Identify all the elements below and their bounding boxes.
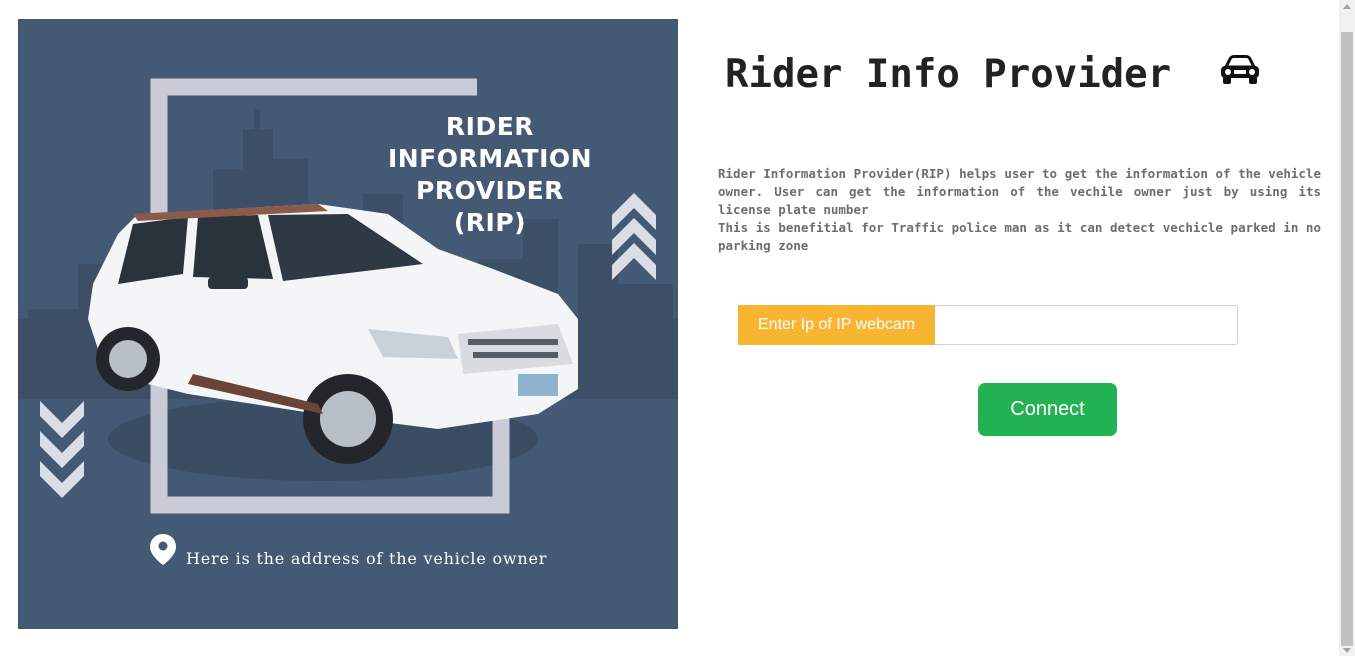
scrollbar-thumb[interactable] [1341, 32, 1353, 646]
banner-title-line: PROVIDER [416, 176, 564, 205]
banner-title-line: INFORMATION [387, 144, 593, 173]
scroll-up-arrow-icon[interactable] [1343, 4, 1351, 9]
ip-webcam-input-group: Enter Ip of IP webcam [738, 305, 1238, 345]
ip-webcam-label: Enter Ip of IP webcam [738, 305, 936, 345]
vertical-scrollbar[interactable] [1339, 0, 1355, 656]
car-icon [1221, 55, 1259, 84]
banner-title-line: RIDER [445, 112, 535, 141]
location-pin-icon [150, 534, 176, 565]
banner-caption: Here is the address of the vehicle owner [186, 549, 548, 568]
banner-title: RIDER INFORMATION PROVIDER (RIP) [378, 111, 602, 239]
chevron-up-icon [612, 193, 656, 280]
banner-title-line: (RIP) [453, 208, 527, 237]
rip-banner-image: RIDER INFORMATION PROVIDER (RIP) Here is… [18, 19, 678, 629]
chevron-down-icon [40, 401, 84, 498]
connect-button[interactable]: Connect [978, 383, 1117, 436]
scroll-down-arrow-icon[interactable] [1343, 648, 1351, 653]
ip-webcam-input[interactable] [935, 305, 1238, 345]
description-paragraph: Rider Information Provider(RIP) helps us… [718, 166, 1321, 217]
description-paragraph: This is benefitial for Traffic police ma… [718, 220, 1321, 253]
app-description: Rider Information Provider(RIP) helps us… [718, 165, 1321, 255]
page-title: Rider Info Provider [725, 52, 1172, 97]
